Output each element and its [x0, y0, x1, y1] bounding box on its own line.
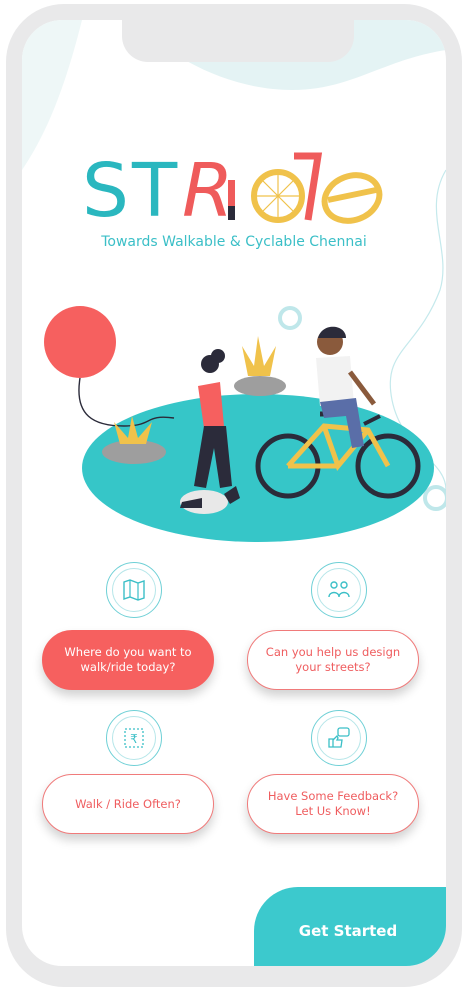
- feedback-thumbs-icon: [311, 710, 367, 766]
- svg-text:T: T: [131, 148, 178, 230]
- svg-text:R: R: [182, 148, 233, 230]
- people-design-icon: [311, 562, 367, 618]
- walk-ride-often-button[interactable]: Walk / Ride Often?: [42, 774, 214, 834]
- stride-logo: S T R: [82, 148, 383, 230]
- hero-illustration: [44, 306, 434, 542]
- get-started-button[interactable]: Get Started: [254, 887, 446, 966]
- help-design-streets-button[interactable]: Can you help us design your streets?: [247, 630, 419, 690]
- svg-text:₹: ₹: [130, 732, 138, 746]
- phone-notch: [122, 20, 354, 62]
- walk-ride-today-button[interactable]: Where do you want to walk/ride today?: [42, 630, 214, 690]
- map-icon: [106, 562, 162, 618]
- rupee-ticket-icon: ₹: [106, 710, 162, 766]
- app-screen: S T R Towards Walkable & Cyclable Chenna…: [22, 20, 446, 966]
- feedback-button[interactable]: Have Some Feedback? Let Us Know!: [247, 774, 419, 834]
- tagline: Towards Walkable & Cyclable Chennai: [101, 234, 367, 250]
- svg-text:S: S: [82, 148, 129, 230]
